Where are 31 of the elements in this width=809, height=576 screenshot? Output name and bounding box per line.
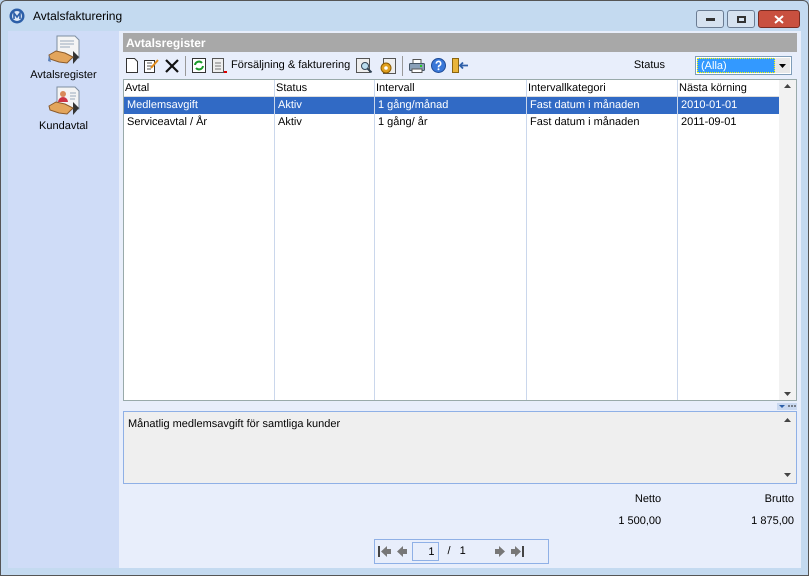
window-title: Avtalsfakturering <box>33 8 122 25</box>
sidebar-item[interactable]: Kundavtal <box>37 86 90 134</box>
page-input[interactable]: 1 <box>412 542 438 561</box>
table-cell-text: Aktiv <box>277 98 303 113</box>
column-header[interactable]: Status <box>275 80 375 96</box>
status-label: Status <box>634 58 665 74</box>
total-value: 1 875,00 <box>751 514 794 528</box>
total-label: Brutto <box>764 492 794 507</box>
table-cell-text: 2010-01-01 <box>680 98 738 113</box>
table-cell-text: Fast datum i månaden <box>529 115 640 130</box>
table-row[interactable]: Medlemsavgift Aktiv 1 gång/månad Fast datum i månaden 2010-01-01 <box>124 97 779 114</box>
table-cell-text: Fast datum i månaden <box>529 98 640 113</box>
table-cell-text: Aktiv <box>277 115 303 130</box>
sales-invoicing-button[interactable]: Försäljning & fakturering <box>212 57 350 74</box>
table-cell-text: Serviceavtal / År <box>126 114 208 130</box>
total-label: Netto <box>634 492 662 507</box>
panel-title: Avtalsregister <box>126 34 206 52</box>
table-cell-text: 1 gång/månad <box>377 98 450 113</box>
table-cell-text: 1 gång/ år <box>377 115 429 130</box>
column-header[interactable]: Avtal <box>124 80 275 96</box>
description-text: Månatlig medlemsavgift för samtliga kunder <box>127 417 342 432</box>
total-value: 1 500,00 <box>618 514 662 528</box>
page-count: 1 <box>460 544 467 560</box>
column-header[interactable]: Intervallkategori <box>527 80 678 96</box>
description-box[interactable]: Månatlig medlemsavgift för samtliga kunder <box>123 411 797 484</box>
sidebar-item[interactable]: Avtalsregister <box>28 35 99 84</box>
table-cell-text: Medlemsavgift <box>126 98 199 113</box>
table-cell-text: 2011-09-01 <box>680 115 738 130</box>
column-header[interactable]: Intervall <box>375 80 527 96</box>
column-header[interactable]: Nästa körning <box>678 80 779 96</box>
page-separator: / <box>446 544 452 560</box>
